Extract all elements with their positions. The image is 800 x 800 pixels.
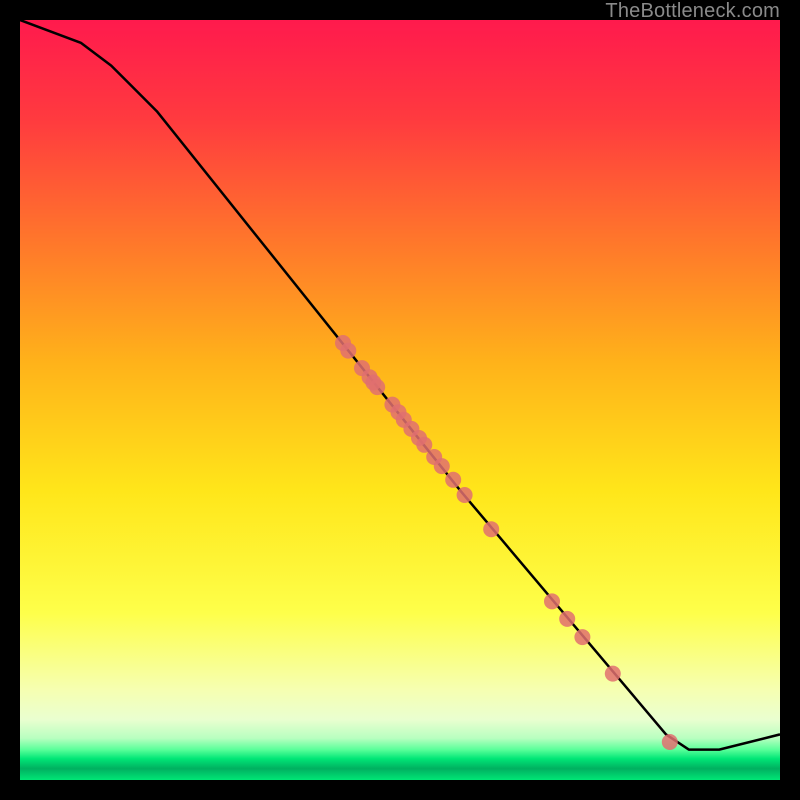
- data-point: [434, 458, 450, 474]
- data-point: [369, 379, 385, 395]
- watermark-text: TheBottleneck.com: [605, 0, 780, 23]
- plot-area: [20, 20, 780, 780]
- bottleneck-curve: [20, 20, 780, 750]
- data-point: [605, 666, 621, 682]
- chart-frame: TheBottleneck.com: [0, 0, 800, 800]
- data-point: [559, 611, 575, 627]
- data-point: [574, 629, 590, 645]
- data-point: [340, 343, 356, 359]
- data-point: [544, 593, 560, 609]
- data-point: [445, 472, 461, 488]
- data-point: [457, 487, 473, 503]
- data-point: [483, 521, 499, 537]
- data-point: [662, 734, 678, 750]
- chart-overlay: [20, 20, 780, 780]
